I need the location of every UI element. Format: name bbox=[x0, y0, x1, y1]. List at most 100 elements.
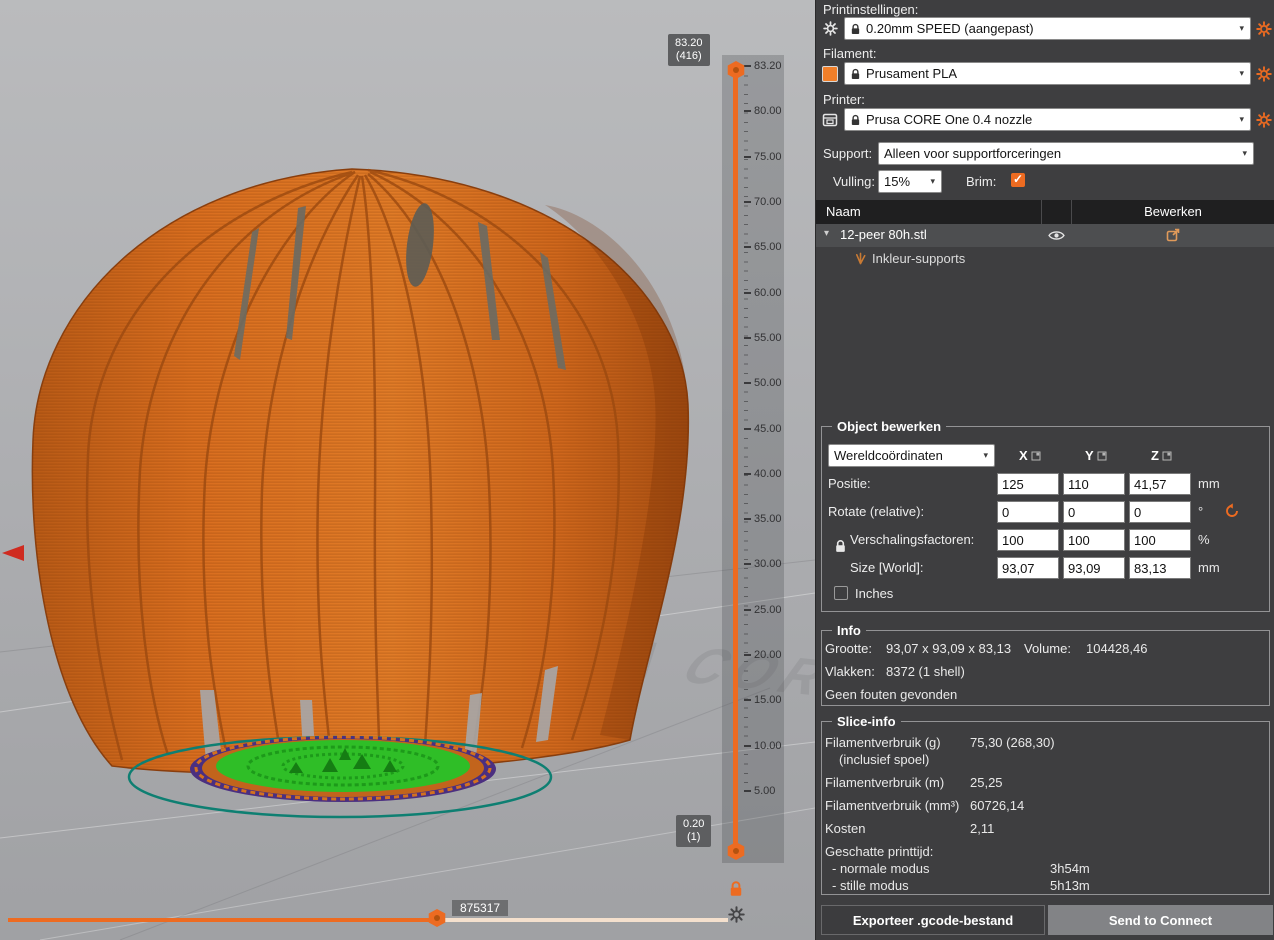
slice-row-value: 3h54m bbox=[1050, 861, 1090, 876]
printer-value: Prusa CORE One 0.4 nozzle bbox=[866, 112, 1033, 127]
position-y-input[interactable] bbox=[1063, 473, 1125, 495]
filament-swatch[interactable] bbox=[821, 65, 839, 82]
scale-z-input[interactable] bbox=[1129, 529, 1191, 551]
ruler-tick: 65.00 bbox=[744, 241, 782, 253]
lock-icon bbox=[850, 68, 861, 80]
ruler-tick: 70.00 bbox=[744, 196, 782, 208]
info-group-title: Info bbox=[832, 623, 866, 638]
info-group: Grootte: 93,07 x 93,09 x 83,13 Volume: 1… bbox=[821, 630, 1270, 706]
ruler-tick: 10.00 bbox=[744, 740, 782, 752]
slice-row-value: 60726,14 bbox=[970, 798, 1025, 813]
scale-y-input[interactable] bbox=[1063, 529, 1125, 551]
infill-value: 15% bbox=[884, 174, 911, 189]
layer-max-tooltip: 83.20 (416) bbox=[668, 34, 710, 66]
slice-row-label: Filamentverbruik (m) bbox=[825, 775, 945, 790]
axis-box-icon[interactable] bbox=[1162, 451, 1172, 461]
slice-row-value: 2,11 bbox=[970, 821, 995, 836]
rotation-y-input[interactable] bbox=[1063, 501, 1125, 523]
model-object[interactable] bbox=[31, 168, 690, 775]
axis-box-icon[interactable] bbox=[1097, 451, 1107, 461]
column-separator bbox=[1041, 200, 1042, 224]
axis-header-y: Y bbox=[1085, 448, 1107, 463]
ruler-tick: 80.00 bbox=[744, 105, 782, 117]
lock-icon bbox=[850, 23, 861, 35]
slice-row-label: - normale modus bbox=[832, 861, 930, 876]
scale-lock-icon[interactable] bbox=[834, 539, 847, 553]
object-list-header: Naam Bewerken bbox=[816, 200, 1274, 224]
print-settings-tab-icon[interactable] bbox=[821, 21, 839, 36]
printer-icon[interactable] bbox=[821, 112, 839, 128]
reset-rotation-button[interactable] bbox=[1224, 503, 1240, 519]
slice-row-label: (inclusief spoel) bbox=[839, 752, 930, 767]
expand-arrow-icon[interactable]: ▾ bbox=[824, 228, 829, 239]
slider-settings-gear-icon[interactable] bbox=[728, 906, 745, 923]
slice-info-group: Filamentverbruik (g) 75,30 (268,30) (inc… bbox=[821, 721, 1270, 895]
chevron-down-icon: ▾ bbox=[1239, 114, 1244, 124]
slice-info-group-title: Slice-info bbox=[832, 714, 901, 729]
column-name: Naam bbox=[826, 204, 861, 219]
chevron-down-icon: ▾ bbox=[930, 176, 935, 186]
print-settings-gear-icon[interactable] bbox=[1256, 21, 1272, 37]
unit-label: ° bbox=[1198, 504, 1204, 519]
printer-row: Prusa CORE One 0.4 nozzle ▾ bbox=[821, 108, 1272, 131]
size-z-input[interactable] bbox=[1129, 557, 1191, 579]
infill-combo[interactable]: 15% ▾ bbox=[878, 170, 942, 193]
column-edit: Bewerken bbox=[1144, 204, 1202, 219]
scene-canvas[interactable]: PRUSA CORE bbox=[0, 0, 815, 940]
scale-x-input[interactable] bbox=[997, 529, 1059, 551]
coordinate-system-combo[interactable]: Wereldcoördinaten ▾ bbox=[828, 444, 995, 467]
print-settings-combo[interactable]: 0.20mm SPEED (aangepast) ▾ bbox=[844, 17, 1251, 40]
object-manipulation-group: Wereldcoördinaten ▾ X Y Z Positie: mm Ro… bbox=[821, 426, 1270, 612]
slice-row-label: Geschatte printtijd: bbox=[825, 844, 934, 859]
size-label: Size [World]: bbox=[850, 560, 924, 575]
visibility-eye-icon[interactable] bbox=[1048, 230, 1065, 241]
slice-row-label: Filamentverbruik (g) bbox=[825, 735, 941, 750]
send-to-connect-button[interactable]: Send to Connect bbox=[1048, 905, 1273, 935]
slice-row-value: 25,25 bbox=[970, 775, 1003, 790]
size-y-input[interactable] bbox=[1063, 557, 1125, 579]
size-x-input[interactable] bbox=[997, 557, 1059, 579]
x-axis-arrow-icon bbox=[2, 545, 24, 561]
move-slider-track-filled[interactable] bbox=[8, 918, 430, 922]
facets-label: Vlakken: bbox=[825, 664, 875, 679]
3d-viewport[interactable]: PRUSA CORE bbox=[0, 0, 815, 940]
printer-combo[interactable]: Prusa CORE One 0.4 nozzle ▾ bbox=[844, 108, 1251, 131]
slice-row-value: 5h13m bbox=[1050, 878, 1090, 893]
printer-label: Printer: bbox=[823, 92, 865, 107]
position-z-input[interactable] bbox=[1129, 473, 1191, 495]
ruler-tick: 75.00 bbox=[744, 151, 782, 163]
object-list-row[interactable]: ▾ 12-peer 80h.stl bbox=[816, 224, 1274, 247]
chevron-down-icon: ▾ bbox=[1242, 148, 1247, 158]
slice-row-value: 75,30 (268,30) bbox=[970, 735, 1055, 750]
rotation-x-input[interactable] bbox=[997, 501, 1059, 523]
volume-label: Volume: bbox=[1024, 641, 1071, 656]
object-name: 12-peer 80h.stl bbox=[840, 227, 927, 242]
print-settings-row: 0.20mm SPEED (aangepast) ▾ bbox=[821, 17, 1272, 40]
axis-box-icon[interactable] bbox=[1031, 451, 1041, 461]
slider-lock-icon[interactable] bbox=[728, 880, 744, 897]
printer-gear-icon[interactable] bbox=[1256, 112, 1272, 128]
filament-combo[interactable]: Prusament PLA ▾ bbox=[844, 62, 1251, 85]
rotation-z-input[interactable] bbox=[1129, 501, 1191, 523]
ruler-tick: 40.00 bbox=[744, 468, 782, 480]
ruler-tick: 5.00 bbox=[744, 785, 782, 797]
export-gcode-button[interactable]: Exporteer .gcode-bestand bbox=[821, 905, 1045, 935]
axis-header-x: X bbox=[1019, 448, 1041, 463]
move-slider-track-rest[interactable] bbox=[430, 918, 728, 922]
support-combo[interactable]: Alleen voor supportforceringen ▾ bbox=[878, 142, 1254, 165]
model-base bbox=[127, 735, 553, 819]
object-sub-item-row[interactable]: Inkleur-supports bbox=[816, 248, 1274, 270]
axis-header-z: Z bbox=[1151, 448, 1172, 463]
ruler-tick: 45.00 bbox=[744, 423, 782, 435]
layer-ruler: 83.20 80.00 75.00 70.00 65.00 60.00 55.0… bbox=[744, 60, 782, 797]
filament-gear-icon[interactable] bbox=[1256, 66, 1272, 82]
position-x-input[interactable] bbox=[997, 473, 1059, 495]
brim-checkbox[interactable] bbox=[1011, 172, 1025, 187]
volume-value: 104428,46 bbox=[1086, 641, 1148, 656]
layer-slider-track[interactable] bbox=[733, 66, 738, 854]
chevron-down-icon: ▾ bbox=[1239, 68, 1244, 78]
support-value: Alleen voor supportforceringen bbox=[884, 146, 1062, 161]
object-settings-icon[interactable] bbox=[1166, 228, 1180, 242]
inches-checkbox[interactable] bbox=[834, 586, 848, 600]
unit-label: mm bbox=[1198, 476, 1220, 491]
